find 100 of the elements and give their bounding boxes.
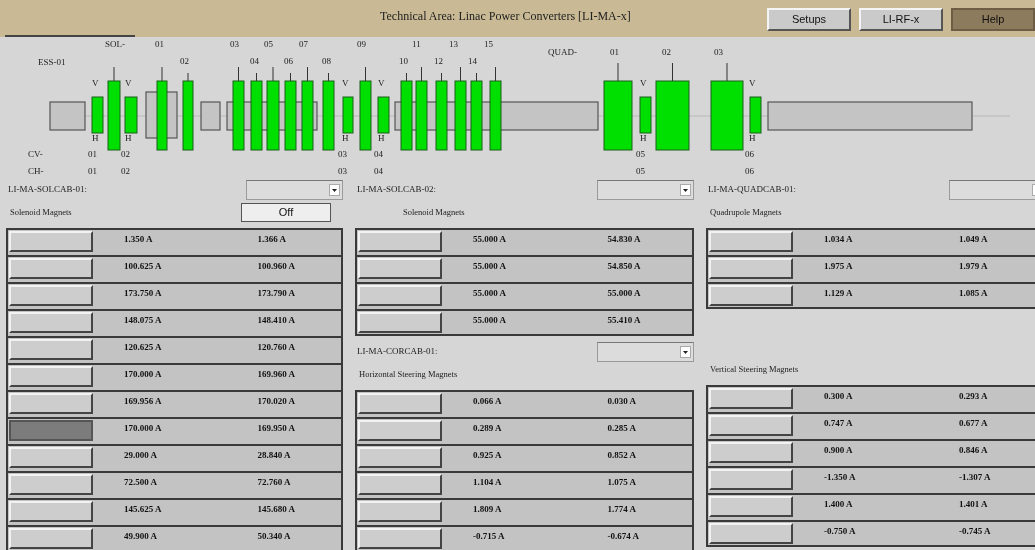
readback-value: 1.401 A [958, 498, 989, 511]
setpoint-value: 0.925 A [472, 449, 503, 462]
readback-value: 54.850 A [606, 260, 642, 273]
cabinet-label: LI-MA-SOLCAB-02: [357, 183, 436, 197]
section-label: CV- [28, 149, 43, 159]
magnet-label: 06 [284, 56, 293, 66]
readback-value: 169.960 A [256, 368, 296, 381]
setpoint-value: 1.400 A [823, 498, 854, 511]
magnet-label: 02 [662, 47, 671, 57]
plane-label: H [342, 133, 349, 143]
plane-label: H [749, 133, 756, 143]
magnet-label: 12 [434, 56, 443, 66]
setpoint-value: 173.750 A [123, 287, 163, 300]
caret-icon [329, 184, 340, 196]
corrector-label: 06 [745, 149, 754, 159]
readback-value: 1.979 A [958, 260, 989, 273]
dropdown[interactable] [246, 180, 343, 200]
magnet-label: 07 [299, 39, 308, 49]
magnet-label: 03 [230, 39, 239, 49]
dropdown[interactable] [597, 342, 694, 362]
off-button[interactable]: Off [241, 202, 331, 222]
corrector-label: 03 [338, 149, 347, 159]
section-label: SOL- [105, 39, 125, 49]
setpoint-value: 55.000 A [472, 314, 507, 327]
readback-value: 170.020 A [256, 395, 296, 408]
readback-value: -1.307 A [958, 471, 992, 484]
setpoint-value: 55.000 A [472, 260, 507, 273]
setpoint-value: 100.625 A [123, 260, 163, 273]
magnet-label: 02 [180, 56, 189, 66]
setpoint-value: 49.900 A [123, 530, 158, 543]
magnet-label: 01 [610, 47, 619, 57]
setpoint-value: -0.715 A [472, 530, 506, 543]
section-label: CH- [28, 166, 44, 176]
magnet-label: 03 [714, 47, 723, 57]
window-title: Technical Area: Linac Power Converters [LI-MA-x] [380, 9, 631, 23]
readback-value: 55.410 A [606, 314, 642, 327]
setpoint-value: 169.956 A [123, 395, 163, 408]
setpoint-value: 0.300 A [823, 390, 854, 403]
dropdown[interactable] [597, 180, 694, 200]
setpoint-value: 0.066 A [472, 395, 503, 408]
setpoint-value: 0.289 A [472, 422, 503, 435]
readback-value: 148.410 A [256, 314, 296, 327]
setpoint-value: 148.075 A [123, 314, 163, 327]
plane-label: V [125, 78, 132, 88]
group-title: Quadrupole Magnets [710, 205, 782, 219]
plane-label: V [640, 78, 647, 88]
readback-value: 28.840 A [256, 449, 292, 462]
corrector-label: 03 [338, 166, 347, 176]
magnet-label: 09 [357, 39, 366, 49]
readback-value: 145.680 A [256, 503, 296, 516]
readback-value: 0.846 A [958, 444, 989, 457]
readback-value: 1.085 A [958, 287, 989, 300]
magnet-label: 13 [449, 39, 458, 49]
setpoint-value: 120.625 A [123, 341, 163, 354]
readback-value: 72.760 A [256, 476, 292, 489]
group-title: Solenoid Magnets [402, 205, 465, 219]
magnet-label: 10 [399, 56, 408, 66]
corrector-label: 01 [88, 149, 97, 159]
readback-value: 1.366 A [256, 233, 287, 246]
readback-value: -0.745 A [958, 525, 992, 538]
setpoint-value: 1.975 A [823, 260, 854, 273]
magnet-label: 08 [322, 56, 331, 66]
readback-value: 0.285 A [606, 422, 637, 435]
corrector-label: 04 [374, 166, 383, 176]
readback-value: 1.075 A [606, 476, 637, 489]
magnet-label: 04 [250, 56, 259, 66]
group-title: Horizontal Steering Magnets [359, 367, 458, 381]
magnet-label: 01 [155, 39, 164, 49]
plane-label: V [342, 78, 349, 88]
plane-label: H [92, 133, 99, 143]
setpoint-value: 72.500 A [123, 476, 158, 489]
corrector-label: 02 [121, 166, 130, 176]
setpoint-value: 1.104 A [472, 476, 503, 489]
section-label: QUAD- [548, 47, 577, 57]
cabinet-label: LI-MA-SOLCAB-01: [8, 183, 87, 197]
readback-value: 1.049 A [958, 233, 989, 246]
corrector-label: 04 [374, 149, 383, 159]
toolbar-button[interactable]: Help [951, 8, 1035, 31]
toolbar-button[interactable]: Setups [767, 8, 851, 31]
plane-label: V [378, 78, 385, 88]
plane-label: H [378, 133, 385, 143]
corrector-label: 01 [88, 166, 97, 176]
readback-value: 169.950 A [256, 422, 296, 435]
setpoint-value: 145.625 A [123, 503, 163, 516]
magnet-label: 05 [264, 39, 273, 49]
dropdown[interactable] [949, 180, 1035, 200]
readback-value: 54.830 A [606, 233, 642, 246]
setpoint-value: 170.000 A [123, 368, 163, 381]
setpoint-value: 1.809 A [472, 503, 503, 516]
setpoint-value: 0.900 A [823, 444, 854, 457]
readback-value: 0.293 A [958, 390, 989, 403]
readback-value: -0.674 A [606, 530, 640, 543]
corrector-label: 06 [745, 166, 754, 176]
cabinet-label: LI-MA-CORCAB-01: [357, 345, 438, 359]
plane-label: V [92, 78, 99, 88]
readback-value: 55.000 A [606, 287, 642, 300]
plane-label: H [125, 133, 132, 143]
plane-label: H [640, 133, 647, 143]
toolbar-button[interactable]: LI-RF-x [859, 8, 943, 31]
readback-value: 1.774 A [606, 503, 637, 516]
